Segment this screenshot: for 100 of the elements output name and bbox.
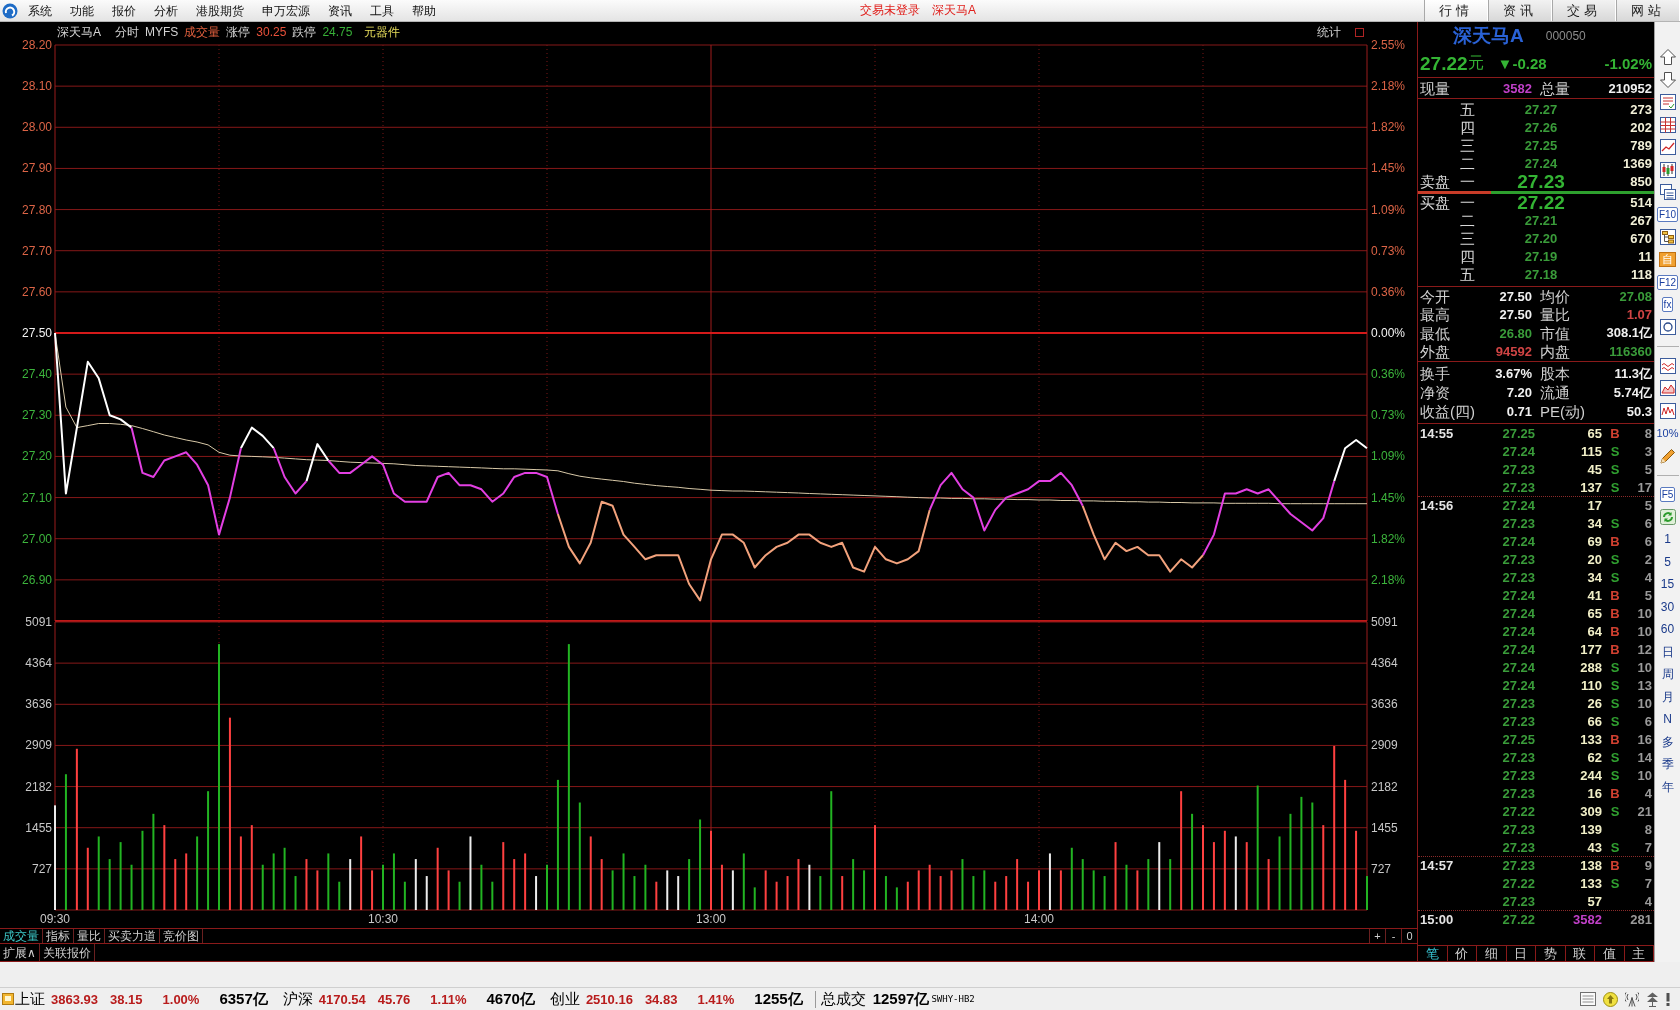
trade-side-label: S [1609, 803, 1621, 819]
volume-axis-label: 5091 [25, 615, 52, 629]
stat-value: 3.67% [1494, 366, 1532, 381]
index-percent: 1.00% [162, 991, 200, 1007]
tick-volume: 26 [1586, 695, 1602, 711]
tick-count: 10 [1636, 767, 1652, 783]
price-axis-label: 27.80 [21, 202, 52, 217]
volume-axis-label: 2182 [25, 779, 52, 794]
bid-level-label: 五 [1460, 266, 1476, 284]
tick-count: 9 [1643, 858, 1652, 873]
volume-axis-label: 4364 [1371, 656, 1398, 671]
tick-price: 27.24 [1501, 443, 1535, 459]
bid-volume: 670 [1629, 230, 1652, 248]
total-turnover-label: 总成交 [820, 989, 866, 1009]
percent-change: -1.02% [1604, 55, 1652, 72]
trade-side-label: S [1609, 839, 1621, 855]
stat-label: 内盘 [1539, 343, 1571, 361]
percent-axis-label: 1.09% [1371, 202, 1406, 217]
tick-volume: 177 [1579, 641, 1602, 657]
percent-axis-label: 0.73% [1371, 408, 1406, 423]
ask-side-label: 卖盘 [1420, 173, 1451, 191]
indicator-name: MYFS [145, 25, 179, 39]
index-name: 沪深 [282, 989, 313, 1009]
index-percent: 1.11% [430, 991, 467, 1007]
tick-price: 27.24 [1501, 587, 1535, 603]
time-axis-label: 14:00 [1024, 912, 1054, 926]
volume-axis-label: 4364 [25, 656, 52, 671]
trade-side-label: S [1609, 551, 1621, 567]
ask-price: 27.23 [1516, 173, 1566, 191]
last-price: 27.22 [1420, 52, 1468, 75]
stat-label: 量比 [1539, 306, 1571, 324]
tick-count: 10 [1636, 623, 1652, 639]
chart-mode-label: 分时 [115, 23, 139, 41]
price-axis-label: 27.40 [21, 367, 52, 382]
ask-volume: 850 [1629, 173, 1652, 191]
tick-volume: 65 [1586, 425, 1602, 441]
ask-level-label: 五 [1460, 101, 1476, 119]
ask-price: 27.24 [1523, 155, 1559, 173]
bid-price: 27.22 [1516, 194, 1566, 212]
index-name: 创业 [549, 989, 580, 1009]
stat-label: 净资 [1420, 384, 1451, 401]
chart-stock-name: 深天马A [57, 23, 101, 41]
tick-count: 5 [1643, 498, 1652, 513]
trade-side-label: B [1609, 731, 1621, 747]
price-axis-label: 27.70 [21, 243, 52, 258]
tick-price: 27.23 [1501, 569, 1535, 585]
volume-axis-label: 5091 [1371, 615, 1398, 629]
tick-price: 27.23 [1501, 839, 1535, 855]
tick-price: 27.24 [1501, 641, 1535, 657]
tick-count: 5 [1643, 587, 1652, 603]
tick-count: 6 [1643, 533, 1652, 549]
price-axis-label: 28.10 [21, 79, 52, 94]
bid-volume: 514 [1629, 194, 1652, 212]
ask-level-label: 四 [1460, 119, 1476, 137]
stat-value: 50.3 [1625, 404, 1652, 419]
ask-volume: 202 [1629, 119, 1652, 137]
volume-axis-label: 1455 [1371, 820, 1398, 835]
trade-side-label: B [1609, 858, 1621, 873]
limit-up-price: 30.25 [256, 25, 287, 39]
bid-volume: 11 [1637, 248, 1652, 266]
bid-price: 27.19 [1523, 248, 1559, 266]
percent-axis-label: 1.82% [1371, 531, 1406, 546]
stat-label: 最高 [1420, 306, 1451, 324]
tick-count: 10 [1636, 695, 1652, 711]
index-name: 上证 [15, 989, 45, 1009]
index-turnover: 4670亿 [486, 989, 535, 1009]
volume-axis-label: 3636 [25, 697, 52, 712]
stat-value: 11.3亿 [1613, 364, 1652, 383]
trade-side-label: B [1609, 587, 1621, 603]
price-axis-label: 27.20 [21, 449, 52, 464]
tick-count: 14 [1636, 749, 1652, 765]
trade-side-label: S [1609, 695, 1621, 711]
limit-down-price: 24.75 [322, 25, 353, 39]
trade-side-label: B [1609, 641, 1621, 657]
tick-volume: 115 [1580, 443, 1602, 459]
stat-label: 换手 [1420, 365, 1451, 382]
stat-value: 1.07 [1625, 307, 1652, 323]
stat-label: 市值 [1539, 324, 1571, 342]
tick-volume: 41 [1586, 587, 1602, 603]
ask-level-label: 三 [1460, 137, 1476, 155]
index-turnover: 6357亿 [219, 989, 268, 1009]
price-unit: 元 [1467, 53, 1484, 73]
tick-price: 27.24 [1501, 533, 1535, 549]
trade-side-label: S [1609, 875, 1621, 891]
tick-time: 14:56 [1420, 498, 1455, 513]
percent-axis-label: 1.09% [1371, 449, 1406, 464]
tick-count: 12 [1636, 641, 1652, 657]
tick-time: 15:00 [1420, 912, 1455, 927]
tick-price: 27.23 [1501, 749, 1535, 765]
tick-price: 27.23 [1501, 767, 1535, 783]
index-value: 2510.16 [585, 991, 633, 1007]
tick-volume: 69 [1586, 533, 1602, 549]
trade-side-label: S [1609, 767, 1621, 783]
tick-count: 10 [1636, 605, 1652, 621]
stat-value: 7.20 [1505, 385, 1532, 400]
tick-price: 27.24 [1501, 659, 1535, 675]
trade-side-label: B [1609, 623, 1621, 639]
tick-volume: 43 [1586, 839, 1602, 855]
server-name: SWHY-HB2 [931, 994, 975, 1004]
tick-price: 27.23 [1501, 515, 1535, 531]
